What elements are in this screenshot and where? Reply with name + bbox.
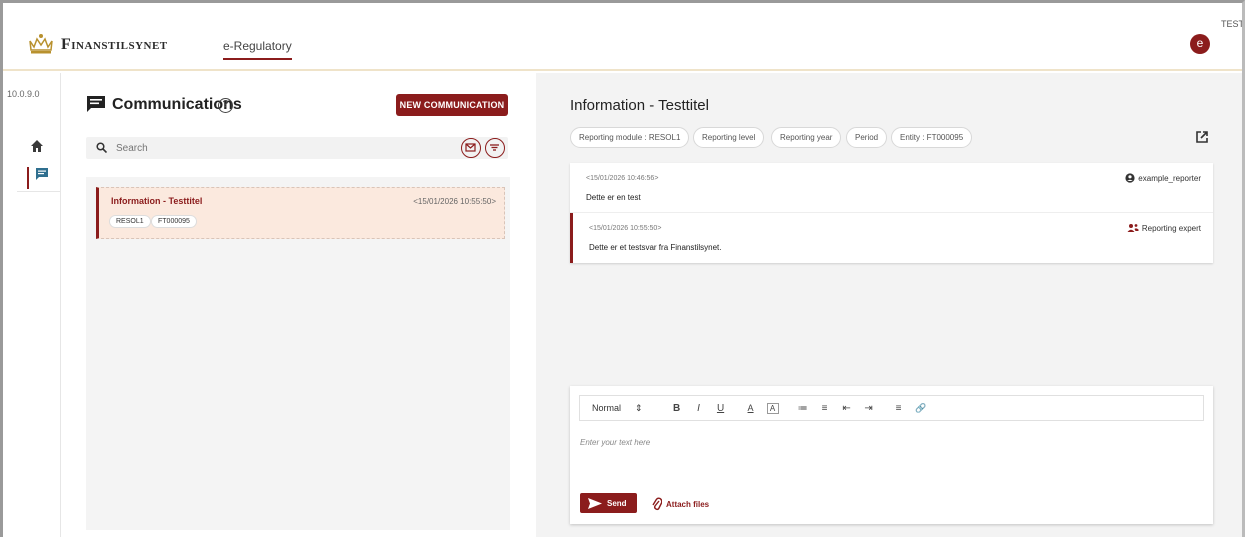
chip-reporting-module: Reporting module : RESOL1 bbox=[570, 127, 690, 148]
message-author-name: example_reporter bbox=[1138, 173, 1201, 183]
message-item: <15/01/2026 10:55:50> Dette er et testsv… bbox=[570, 213, 1213, 263]
version-label: 10.0.9.0 bbox=[7, 89, 40, 99]
chip-reporting-year: Reporting year bbox=[771, 127, 842, 148]
select-arrows-icon: ⇕ bbox=[635, 402, 643, 413]
message-body: Dette er et testsvar fra Finanstilsynet. bbox=[589, 243, 722, 252]
top-header: Finanstilsynet e-Regulatory TEST e bbox=[3, 3, 1244, 71]
home-icon[interactable] bbox=[30, 139, 44, 153]
chip-entity: Entity : FT000095 bbox=[891, 127, 973, 148]
format-select-value: Normal bbox=[592, 402, 622, 413]
text-color-button[interactable]: A bbox=[745, 403, 757, 413]
detail-title: Information - Testtitel bbox=[570, 97, 709, 114]
message-author: example_reporter bbox=[1125, 173, 1201, 183]
list-item-date: <15/01/2026 10:55:50> bbox=[413, 197, 496, 206]
filter-button[interactable] bbox=[485, 138, 505, 158]
rail-divider bbox=[17, 191, 61, 192]
envelope-icon bbox=[465, 143, 476, 152]
message-author: Reporting expert bbox=[1127, 223, 1201, 233]
editor-input[interactable]: Enter your text here bbox=[580, 438, 650, 447]
message-timestamp: <15/01/2026 10:55:50> bbox=[589, 225, 662, 232]
send-label: Send bbox=[607, 498, 627, 508]
attach-files-label: Attach files bbox=[666, 499, 710, 509]
env-label: TEST bbox=[1220, 19, 1244, 29]
attach-files-button[interactable]: Attach files bbox=[652, 497, 709, 511]
message-author-name: Reporting expert bbox=[1141, 223, 1201, 233]
message-timestamp: <15/01/2026 10:46:56> bbox=[586, 175, 659, 182]
send-button[interactable]: Send bbox=[580, 493, 637, 513]
background-color-button[interactable]: A bbox=[766, 402, 779, 414]
link-button[interactable]: 🔗 bbox=[915, 403, 927, 414]
app-window: Finanstilsynet e-Regulatory TEST e 10.0.… bbox=[0, 0, 1245, 537]
italic-button[interactable]: I bbox=[693, 403, 705, 414]
list-item-title: Information - Testtitel bbox=[111, 196, 203, 206]
nav-e-regulatory[interactable]: e-Regulatory bbox=[223, 39, 292, 60]
align-button[interactable]: ≡ bbox=[893, 403, 905, 414]
list-item-tag: FT000095 bbox=[151, 215, 197, 228]
underline-button[interactable]: U bbox=[715, 403, 727, 414]
communications-list: Information - Testtitel <15/01/2026 10:5… bbox=[86, 177, 510, 530]
reply-editor: Normal ⇕ B I U A A ≔ ≡ ⇤ ⇥ ≡ 🔗 Enter you… bbox=[570, 386, 1213, 524]
side-rail: 10.0.9.0 bbox=[3, 73, 61, 537]
brand-label: Finanstilsynet bbox=[61, 36, 168, 53]
user-circle-icon bbox=[1125, 173, 1135, 183]
format-select[interactable]: Normal ⇕ bbox=[592, 403, 643, 414]
message-thread: <15/01/2026 10:46:56> Dette er en test e… bbox=[570, 163, 1213, 263]
user-avatar[interactable]: e bbox=[1190, 34, 1210, 54]
outdent-button[interactable]: ⇤ bbox=[841, 403, 853, 414]
expert-users-icon bbox=[1127, 224, 1139, 232]
filter-icon bbox=[490, 144, 499, 151]
chat-icon bbox=[36, 168, 48, 180]
help-icon[interactable]: ? bbox=[218, 98, 233, 113]
chat-icon bbox=[87, 96, 105, 112]
list-item-tag: RESOL1 bbox=[109, 215, 151, 228]
search-icon bbox=[96, 142, 107, 153]
paperclip-icon bbox=[652, 497, 662, 511]
open-external-icon[interactable] bbox=[1195, 130, 1209, 144]
ordered-list-button[interactable]: ≔ bbox=[797, 403, 809, 414]
crown-logo-icon bbox=[29, 34, 53, 54]
communications-panel: Communications ? NEW COMMUNICATION Searc… bbox=[61, 73, 536, 537]
send-icon bbox=[588, 497, 602, 509]
search-input[interactable] bbox=[116, 139, 446, 157]
rail-communications[interactable] bbox=[27, 167, 51, 189]
chip-reporting-level: Reporting level bbox=[693, 127, 765, 148]
list-item[interactable]: Information - Testtitel <15/01/2026 10:5… bbox=[96, 187, 505, 239]
brand-name[interactable]: Finanstilsynet bbox=[61, 36, 168, 54]
mail-filter-button[interactable] bbox=[461, 138, 481, 158]
indent-button[interactable]: ⇥ bbox=[863, 403, 875, 414]
detail-panel: Information - Testtitel Reporting module… bbox=[536, 73, 1242, 537]
message-body: Dette er en test bbox=[586, 193, 641, 202]
new-communication-button[interactable]: NEW COMMUNICATION bbox=[396, 94, 508, 116]
editor-toolbar: Normal ⇕ B I U A A ≔ ≡ ⇤ ⇥ ≡ 🔗 bbox=[579, 395, 1204, 421]
bold-button[interactable]: B bbox=[671, 403, 683, 414]
bullet-list-button[interactable]: ≡ bbox=[819, 403, 831, 414]
search-bar bbox=[86, 137, 508, 159]
chip-period: Period bbox=[846, 127, 888, 148]
message-item: <15/01/2026 10:46:56> Dette er en test e… bbox=[570, 163, 1213, 213]
